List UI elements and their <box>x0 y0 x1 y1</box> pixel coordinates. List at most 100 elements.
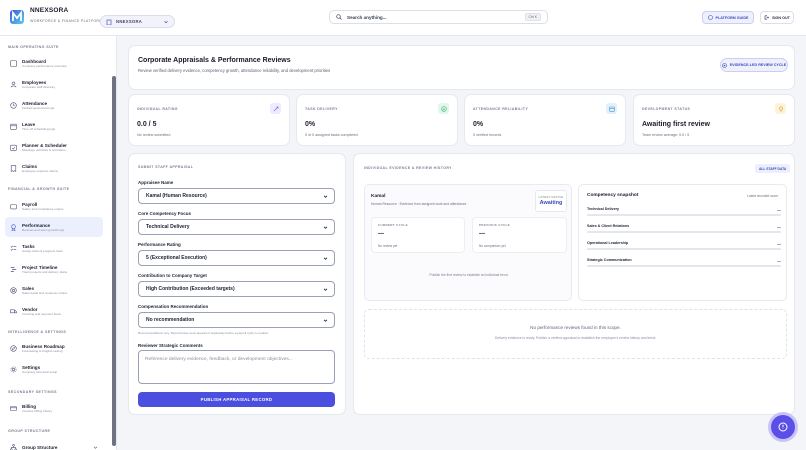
checklist-icon <box>10 245 17 251</box>
review-history-card: INDIVIDUAL EVIDENCE & REVIEW HISTORY ALL… <box>353 153 795 415</box>
chevron-down-icon <box>164 20 168 23</box>
sidebar: MAIN OPERATING SUITE Dashboard Company pe… <box>0 36 117 450</box>
sidebar-section-title: SECONDARY SETTINGS <box>8 390 57 394</box>
contribution-value: High Contribution (Exceeded targets) <box>146 286 235 292</box>
search-placeholder: Search anything... <box>347 14 387 20</box>
publish-appraisal-button[interactable]: PUBLISH APPRAISAL RECORD <box>138 392 335 407</box>
sidebar-item-planner[interactable]: Planner & Scheduler Meetings, activities … <box>5 137 103 157</box>
credit-card-icon <box>10 405 17 411</box>
brand-subtitle: WORKFORCE & FINANCE PLATFORM <box>30 19 103 23</box>
appraisee-select[interactable]: Kamal (Human Resource) <box>138 188 335 204</box>
sidebar-item-sub: Invoicing and payment flows <box>22 311 61 316</box>
previous-cycle-label: PREVIOUS CYCLE <box>479 223 511 227</box>
sign-out-button[interactable]: SIGN OUT <box>760 11 794 24</box>
sidebar-section-title: INTELLIGENCE & SETTINGS <box>8 330 67 334</box>
assistant-fab-button[interactable] <box>771 415 795 439</box>
sidebar-item-leave[interactable]: Leave Time off scheduling logs <box>5 116 103 136</box>
sidebar-item-sub: Meetings, activities & reminders <box>22 147 66 152</box>
platform-guide-button[interactable]: PLATFORM GUIDE <box>702 11 754 24</box>
previous-cycle-box: PREVIOUS CYCLE — No comparison yet <box>472 217 567 253</box>
page-subtitle: Review verified delivery evidence, compe… <box>138 68 331 73</box>
sidebar-item-business-roadmap[interactable]: Business Roadmap Forecasting & insights s… <box>5 338 103 358</box>
search-shortcut: Ctrl K <box>524 13 541 21</box>
competency-name: Sales & Client Relations <box>587 224 630 228</box>
sidebar-item-employees[interactable]: Employees Corporate staff directory <box>5 74 103 94</box>
workspace-switcher[interactable]: NNEXSORA <box>100 15 175 28</box>
sidebar-item-tasks[interactable]: Tasks Assign tasks & progress track <box>5 238 103 258</box>
focus-label: Core Competency Focus <box>138 211 192 216</box>
performance-rating-select[interactable]: 5 (Exceptional Execution) <box>138 250 335 266</box>
chevron-down-icon <box>323 195 328 198</box>
competency-bar <box>587 214 781 216</box>
sidebar-item-sub: Salary and compliance engine <box>22 206 64 211</box>
sidebar-item-sub: Company structural setup <box>22 369 58 374</box>
stat-sub: 0 verified records <box>473 133 502 137</box>
reviewer-comments-textarea[interactable]: Reference delivery evidence, feedback, o… <box>138 350 335 384</box>
sidebar-item-payroll[interactable]: Payroll Salary and compliance engine <box>5 196 103 216</box>
stat-sub: No review submitted <box>137 133 171 137</box>
evidence-led-review-cycle-button[interactable]: EVIDENCE-LED REVIEW CYCLE <box>720 58 788 72</box>
sidebar-item-sub: Time off scheduling logs <box>22 126 56 131</box>
main-content: Corporate Appraisals & Performance Revie… <box>117 36 806 450</box>
sidebar-item-claims[interactable]: Claims Employee expense claims <box>5 158 103 178</box>
stat-value: Awaiting first review <box>642 121 710 128</box>
stat-label: ATTENDANCE RELIABILITY <box>473 107 529 111</box>
competency-focus-select[interactable]: Technical Delivery <box>138 219 335 235</box>
users-icon <box>10 81 17 87</box>
stat-card-task-delivery: TASK DELIVERY 0% 0 of 0 assigned tasks c… <box>296 94 458 146</box>
sidebar-item-sub: Track projects and delivery plans <box>22 269 68 274</box>
empty-state: No performance reviews found in this sco… <box>364 309 787 359</box>
timeline-icon <box>10 266 17 272</box>
contribution-label: Contribution to Company Target <box>138 273 207 278</box>
calendar-icon <box>606 103 617 114</box>
all-staff-data-filter[interactable]: ALL STAFF DATA <box>755 164 791 173</box>
sidebar-item-settings[interactable]: Settings Company structural setup <box>5 359 103 379</box>
appraisee-value: Kamal (Human Resource) <box>146 193 207 199</box>
contribution-select[interactable]: High Contribution (Exceeded targets) <box>138 281 335 297</box>
sidebar-item-group-structure[interactable]: Group Structure <box>5 437 103 450</box>
stat-value: 0.0 / 5 <box>137 121 157 128</box>
building-icon <box>106 19 112 25</box>
sidebar-item-label: Group Structure <box>22 444 58 450</box>
receipt-icon <box>10 164 17 172</box>
compass-icon <box>10 344 17 352</box>
competency-row: Operational Leadership — <box>587 241 781 250</box>
sidebar-item-sub: Reviews and team growth logs <box>22 227 65 232</box>
sidebar-section-title: FINANCIAL & GROWTH SUITE <box>8 187 70 191</box>
compensation-select[interactable]: No recommendation <box>138 312 335 328</box>
sparkle-icon <box>270 103 281 114</box>
sidebar-item-performance[interactable]: Performance Reviews and team growth logs <box>5 217 103 237</box>
compensation-value: No recommendation <box>146 317 195 323</box>
chevron-down-icon <box>323 257 328 260</box>
competency-value: — <box>777 241 781 246</box>
stat-sub: Team review average: 0.0 / 5 <box>642 133 690 137</box>
gear-icon <box>10 366 17 372</box>
sidebar-item-attendance[interactable]: Attendance Verified geofenced logs <box>5 95 103 115</box>
app-logo-icon[interactable] <box>10 10 24 24</box>
competency-snapshot-panel: Competency snapshot Latest recorded scor… <box>578 184 787 301</box>
appraisal-form-card: SUBMIT STAFF APPRAISAL Appraisee Name Ka… <box>128 153 346 415</box>
sidebar-item-billing[interactable]: Billing Invoices billing history <box>5 398 103 418</box>
sidebar-item-dashboard[interactable]: Dashboard Company performance overview <box>5 53 103 73</box>
previous-cycle-value: — <box>479 231 485 237</box>
sidebar-scrollbar[interactable] <box>112 76 116 446</box>
snapshot-link: Latest recorded score <box>747 194 778 198</box>
search-bar[interactable]: Search anything... Ctrl K <box>329 10 548 24</box>
competency-row: Strategic Communication — <box>587 258 781 267</box>
review-cycle-label: EVIDENCE-LED REVIEW CYCLE <box>729 63 787 67</box>
page-title: Corporate Appraisals & Performance Revie… <box>138 57 291 64</box>
help-circle-icon <box>707 15 713 20</box>
stat-label: TASK DELIVERY <box>305 107 338 111</box>
sidebar-item-sub: Corporate staff directory <box>22 84 56 89</box>
sidebar-section-title: GROUP STRUCTURE <box>8 429 51 433</box>
sidebar-item-sales[interactable]: Sales Sales leads and customer orders <box>5 280 103 300</box>
appraisee-label: Appraisee Name <box>138 180 174 185</box>
competency-name: Strategic Communication <box>587 258 632 262</box>
sidebar-item-sub: Company performance overview <box>22 63 67 68</box>
sidebar-item-vendor[interactable]: Vendor Invoicing and payment flows <box>5 301 103 321</box>
sidebar-item-project-timeline[interactable]: Project Timeline Track projects and deliv… <box>5 259 103 279</box>
page-header-card: Corporate Appraisals & Performance Revie… <box>128 45 795 90</box>
stat-label: INDIVIDUAL RATING <box>137 107 178 111</box>
competency-value: — <box>777 258 781 263</box>
stat-card-individual-rating: INDIVIDUAL RATING 0.0 / 5 No review subm… <box>128 94 290 146</box>
